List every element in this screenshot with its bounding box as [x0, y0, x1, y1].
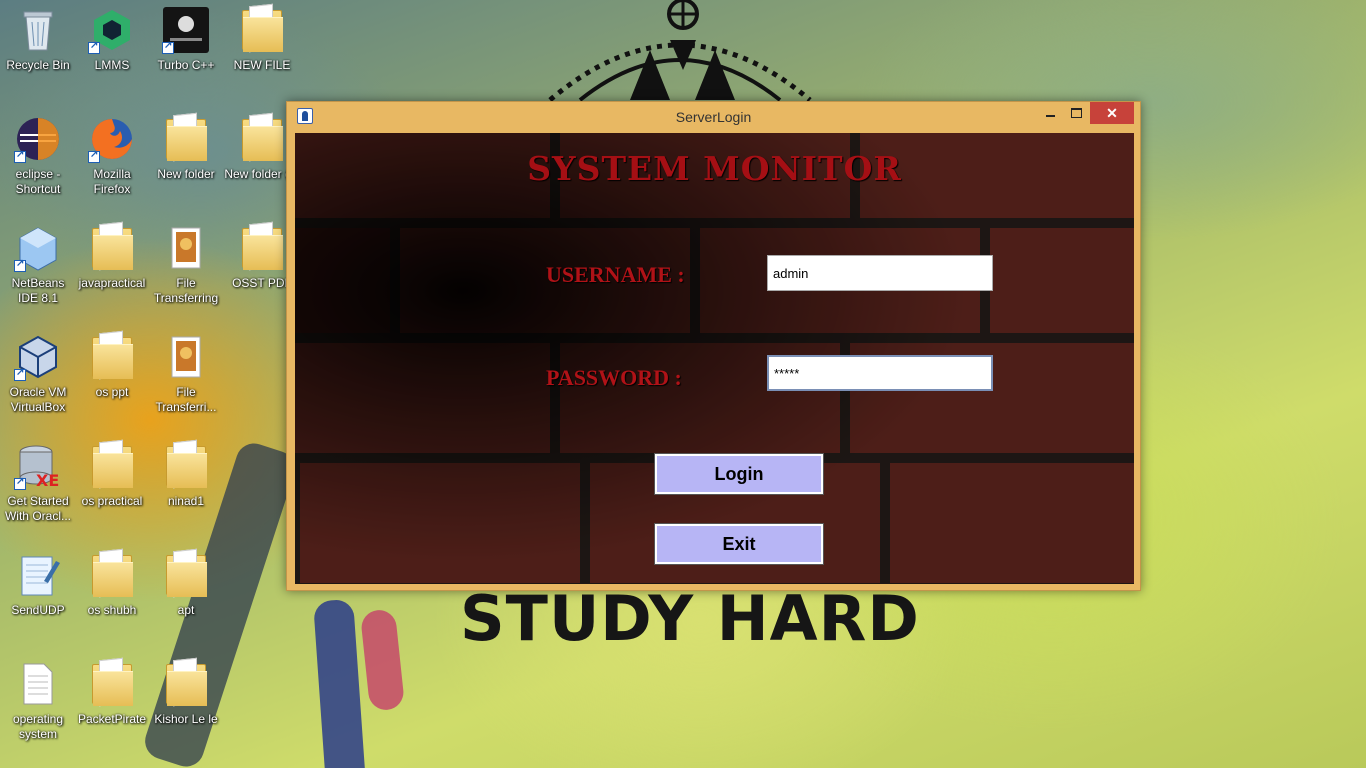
notepad-icon: [14, 551, 62, 599]
desktop-icon-label: PacketPirate: [77, 712, 147, 726]
desktop-icon-label: Get Started With Oracl...: [4, 494, 71, 523]
folder-icon: [162, 442, 210, 490]
file-icon: [162, 333, 210, 381]
eclipse-icon: [14, 115, 62, 163]
desktop-icon[interactable]: PacketPirate: [74, 654, 150, 758]
title-bar[interactable]: ServerLogin ✕: [287, 102, 1140, 132]
desktop-icon-label: ninad1: [167, 494, 205, 508]
desktop-icon[interactable]: Mozilla Firefox: [74, 109, 150, 213]
desktop-icon[interactable]: NetBeans IDE 8.1: [0, 218, 76, 322]
server-login-window[interactable]: ServerLogin ✕ SYSTEM MONITOR USERNAME: …: [286, 101, 1141, 591]
recycle-bin-icon: [14, 6, 62, 54]
folder-icon: [88, 224, 136, 272]
desktop-icon[interactable]: XE Get Started With Oracl...: [0, 436, 76, 540]
username-field[interactable]: admin: [767, 255, 993, 291]
folder-icon: [238, 115, 286, 163]
login-panel: SYSTEM MONITOR USERNAME : admin PASSWORD…: [295, 133, 1134, 584]
wallpaper-pink-marker: [359, 608, 406, 712]
desktop-icon-label: Oracle VM VirtualBox: [9, 385, 67, 414]
text-file-icon: [14, 660, 62, 708]
desktop-icon[interactable]: Kishor Le le: [148, 654, 224, 758]
desktop-icon-label: eclipse - Shortcut: [15, 167, 61, 196]
username-label: USERNAME :: [546, 262, 685, 287]
desktop-icon-label: Kishor Le le: [154, 712, 218, 726]
desktop-icon[interactable]: Recycle Bin: [0, 0, 76, 104]
desktop-icon-label: Recycle Bin: [6, 58, 70, 72]
password-label: PASSWORD :: [546, 365, 682, 390]
desktop-icon-label: NEW FILE: [233, 58, 291, 72]
desktop-icon-label: LMMS: [94, 58, 130, 72]
wallpaper-blue-marker: [313, 598, 367, 768]
virtualbox-icon: [14, 333, 62, 381]
desktop-icon-label: Mozilla Firefox: [93, 167, 131, 196]
folder-icon: [238, 6, 286, 54]
desktop-icon-label: File Transferring: [153, 276, 219, 305]
brick-wall-background: [295, 133, 1134, 584]
folder-icon: [162, 551, 210, 599]
folder-icon: [88, 660, 136, 708]
desktop-icon[interactable]: File Transferring: [148, 218, 224, 322]
maximize-button[interactable]: [1063, 102, 1089, 124]
desktop-icon[interactable]: File Transferri...: [148, 327, 224, 431]
wallpaper-study-hard-text: STUDY HARD: [460, 582, 920, 655]
desktop-icon-label: File Transferri...: [155, 385, 217, 414]
desktop-icon-label: operating system: [12, 712, 64, 741]
desktop-icon-label: New folder: [157, 167, 215, 181]
desktop-icon-label: os ppt: [95, 385, 129, 399]
netbeans-icon: [14, 224, 62, 272]
folder-icon: [162, 115, 210, 163]
minimize-button[interactable]: [1037, 102, 1063, 124]
firefox-icon: [88, 115, 136, 163]
folder-icon: [162, 660, 210, 708]
wallpaper-ornament-logo: [548, 0, 812, 102]
exit-button[interactable]: Exit: [654, 523, 824, 565]
desktop-icon[interactable]: apt: [148, 545, 224, 649]
desktop-icon-label: javapractical: [78, 276, 146, 290]
close-icon: ✕: [1106, 104, 1118, 121]
svg-text:XE: XE: [36, 471, 59, 490]
desktop-icon[interactable]: os ppt: [74, 327, 150, 431]
system-monitor-heading: SYSTEM MONITOR: [527, 149, 902, 188]
folder-icon: [88, 333, 136, 381]
oracle-xe-icon: XE: [14, 442, 62, 490]
lmms-icon: [88, 6, 136, 54]
folder-icon: [88, 551, 136, 599]
desktop-icon[interactable]: os practical: [74, 436, 150, 540]
desktop-icon[interactable]: NEW FILE: [224, 0, 300, 104]
desktop-icon[interactable]: javapractical: [74, 218, 150, 322]
desktop-icon[interactable]: eclipse - Shortcut: [0, 109, 76, 213]
desktop-icon[interactable]: SendUDP: [0, 545, 76, 649]
file-icon: [162, 224, 210, 272]
folder-icon: [238, 224, 286, 272]
desktop-icon[interactable]: ninad1: [148, 436, 224, 540]
window-title: ServerLogin: [675, 109, 752, 125]
desktop-icon[interactable]: Turbo C++: [148, 0, 224, 104]
desktop-icon[interactable]: Oracle VM VirtualBox: [0, 327, 76, 431]
desktop-icon-label: apt: [177, 603, 195, 617]
folder-icon: [88, 442, 136, 490]
desktop-icon-label: SendUDP: [11, 603, 65, 617]
desktop-icon[interactable]: operating system: [0, 654, 76, 758]
desktop-icon[interactable]: LMMS: [74, 0, 150, 104]
desktop-icon[interactable]: os shubh: [74, 545, 150, 649]
desktop-icon[interactable]: New folder: [148, 109, 224, 213]
close-button[interactable]: ✕: [1090, 102, 1134, 124]
login-button[interactable]: Login: [654, 453, 824, 495]
desktop-icon-label: Turbo C++: [157, 58, 215, 72]
password-field[interactable]: *****: [767, 355, 993, 391]
turbo-cpp-icon: [162, 6, 210, 54]
desktop-icon-label: NetBeans IDE 8.1: [11, 276, 65, 305]
desktop-icon-label: os practical: [81, 494, 143, 508]
desktop-icon-label: os shubh: [87, 603, 137, 617]
